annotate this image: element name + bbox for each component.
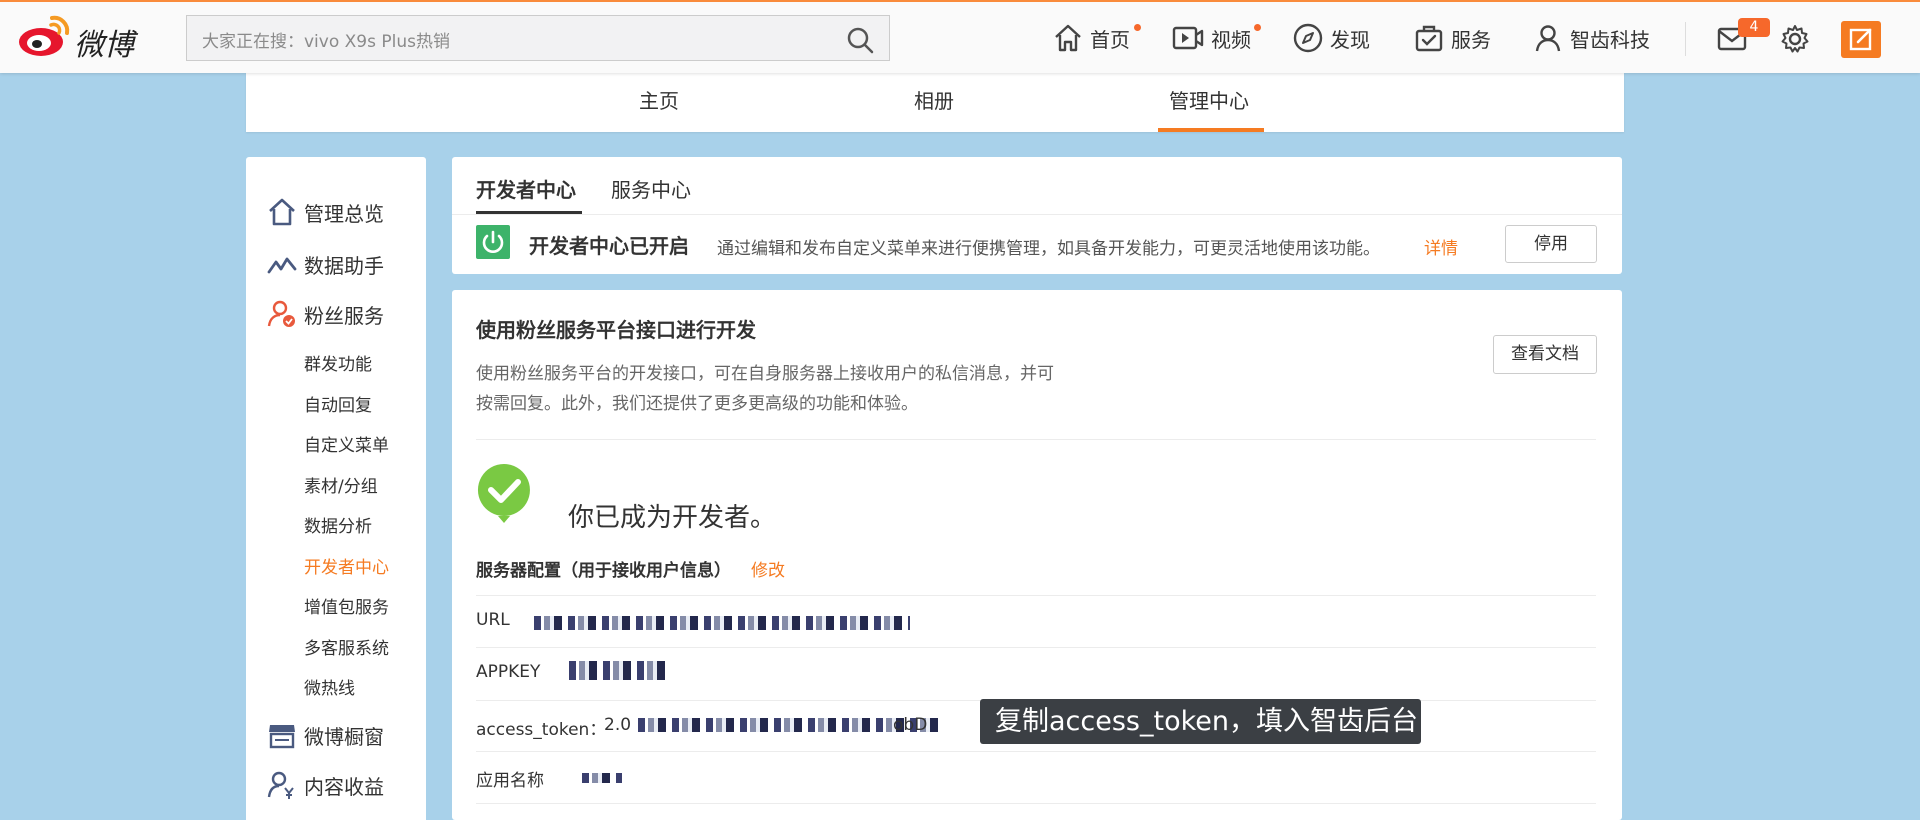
divider bbox=[476, 751, 1596, 752]
search-input[interactable]: 大家正在搜：vivo X9s Plus热销 bbox=[202, 27, 450, 52]
tab-developer-center[interactable]: 开发者中心 bbox=[476, 174, 576, 203]
power-icon bbox=[476, 225, 510, 259]
api-development-card: 使用粉丝服务平台接口进行开发 使用粉丝服务平台的开发接口，可在自身服务器上接收用… bbox=[452, 290, 1622, 820]
nav-video-label: 视频 bbox=[1211, 27, 1251, 52]
income-icon bbox=[267, 771, 294, 799]
user-icon bbox=[1535, 25, 1561, 52]
nav-service[interactable]: 服务 bbox=[1413, 20, 1491, 56]
sidebar-item-developer-center[interactable]: 开发者中心 bbox=[304, 553, 389, 578]
sidebar-item-auto-reply[interactable]: 自动回复 bbox=[304, 391, 372, 416]
sidebar-item-value-added[interactable]: 增值包服务 bbox=[304, 593, 389, 618]
divider bbox=[452, 214, 1622, 215]
check-circle-icon bbox=[477, 464, 530, 523]
sidebar-item-data-assistant[interactable]: 数据助手 bbox=[266, 247, 384, 281]
briefcase-icon bbox=[1415, 25, 1443, 52]
developer-status-desc: 通过编辑和发布自定义菜单来进行便携管理，如具备开发能力，可更灵活地使用该功能。 bbox=[717, 239, 1380, 259]
divider bbox=[476, 647, 1596, 648]
appkey-value-masked bbox=[569, 661, 667, 680]
developer-status-title: 开发者中心已开启 bbox=[529, 234, 689, 258]
tab-album[interactable]: 相册 bbox=[914, 73, 954, 132]
edit-icon bbox=[1849, 28, 1872, 51]
nav-profile-label: 智齿科技 bbox=[1570, 27, 1650, 52]
access-token-label: access_token： bbox=[476, 720, 607, 740]
compose-button[interactable] bbox=[1841, 21, 1881, 58]
divider bbox=[476, 439, 1596, 440]
view-docs-button[interactable]: 查看文档 bbox=[1493, 335, 1597, 374]
sidebar-item-label: 数据助手 bbox=[304, 253, 384, 278]
tab-management-center[interactable]: 管理中心 bbox=[1169, 73, 1249, 132]
app-name-masked bbox=[582, 773, 622, 783]
server-config-title: 服务器配置（用于接收用户信息） bbox=[476, 561, 731, 581]
sidebar-item-label: 微博橱窗 bbox=[304, 724, 384, 749]
chart-line-icon bbox=[267, 257, 297, 274]
divider bbox=[476, 803, 1596, 804]
shop-icon bbox=[269, 725, 295, 749]
nav-discover-label: 发现 bbox=[1330, 27, 1370, 52]
notification-dot bbox=[1134, 24, 1141, 31]
nav-service-label: 服务 bbox=[1451, 27, 1491, 52]
developer-center-card: 开发者中心 服务中心 开发者中心已开启 通过编辑和发布自定义菜单来进行便携管理，… bbox=[452, 157, 1622, 274]
details-link[interactable]: 详情 bbox=[1424, 234, 1458, 259]
url-label: URL bbox=[476, 610, 510, 630]
weibo-logo-icon bbox=[19, 15, 70, 56]
nav-home[interactable]: 首页 bbox=[1052, 20, 1141, 56]
tab-service-center[interactable]: 服务中心 bbox=[611, 174, 691, 203]
sidebar-item-fan-service[interactable]: 粉丝服务 bbox=[266, 297, 384, 331]
developer-success-message: 你已成为开发者。 bbox=[568, 503, 777, 533]
notification-dot bbox=[1254, 24, 1261, 31]
nav-profile[interactable]: 智齿科技 bbox=[1532, 20, 1650, 56]
appkey-label: APPKEY bbox=[476, 662, 541, 682]
api-card-title: 使用粉丝服务平台接口进行开发 bbox=[476, 318, 756, 342]
mail-badge: 4 bbox=[1738, 18, 1770, 37]
sidebar-item-data-analysis[interactable]: 数据分析 bbox=[304, 512, 372, 537]
sidebar-item-content-income[interactable]: 内容收益 bbox=[266, 768, 384, 802]
tab-home[interactable]: 主页 bbox=[639, 73, 679, 132]
sidebar-item-label: 内容收益 bbox=[304, 774, 384, 799]
gear-icon[interactable] bbox=[1779, 23, 1811, 55]
compass-icon bbox=[1293, 23, 1323, 53]
home-icon bbox=[269, 198, 295, 226]
weibo-logo[interactable]: 微博 bbox=[18, 12, 148, 64]
disable-button[interactable]: 停用 bbox=[1505, 225, 1597, 263]
top-bar: 微博 大家正在搜：vivo X9s Plus热销 首页 视频 发现 服务 智齿科… bbox=[0, 0, 1920, 73]
home-icon bbox=[1055, 24, 1081, 52]
access-token-prefix: 2.0 bbox=[604, 715, 632, 735]
sidebar-item-broadcast[interactable]: 群发功能 bbox=[304, 350, 372, 375]
fans-icon bbox=[267, 300, 295, 327]
sidebar-item-label: 管理总览 bbox=[304, 201, 384, 226]
logo-text: 微博 bbox=[74, 28, 134, 63]
nav-discover[interactable]: 发现 bbox=[1292, 20, 1370, 56]
search-icon[interactable] bbox=[845, 25, 875, 55]
sidebar-item-label: 粉丝服务 bbox=[304, 303, 384, 328]
sidebar-item-shop-window[interactable]: 微博橱窗 bbox=[266, 718, 384, 752]
sidebar-item-multi-cs[interactable]: 多客服系统 bbox=[304, 634, 389, 659]
profile-subnav: 主页 相册 管理中心 bbox=[246, 73, 1624, 132]
app-name-label: 应用名称 bbox=[476, 771, 544, 791]
annotation-tooltip: 复制access_token，填入智齿后台 bbox=[980, 699, 1421, 744]
divider bbox=[476, 595, 1596, 596]
access-token-suffix: obD bbox=[893, 715, 928, 735]
sidebar: 管理总览 数据助手 粉丝服务 群发功能 自动回复 自定义菜单 素材/分组 数据分… bbox=[246, 157, 426, 820]
sidebar-item-overview[interactable]: 管理总览 bbox=[266, 195, 384, 229]
search-box[interactable]: 大家正在搜：vivo X9s Plus热销 bbox=[186, 15, 890, 61]
sidebar-item-custom-menu[interactable]: 自定义菜单 bbox=[304, 431, 389, 456]
nav-video[interactable]: 视频 bbox=[1171, 20, 1261, 56]
active-tab-indicator bbox=[1158, 128, 1264, 132]
server-config-edit-link[interactable]: 修改 bbox=[751, 556, 785, 581]
nav-divider bbox=[1685, 22, 1686, 56]
api-card-desc-line1: 使用粉丝服务平台的开发接口，可在自身服务器上接收用户的私信消息，并可 bbox=[476, 364, 1054, 384]
sidebar-item-materials[interactable]: 素材/分组 bbox=[304, 472, 378, 497]
video-icon bbox=[1172, 26, 1204, 50]
api-card-desc-line2: 按需回复。此外，我们还提供了更多更高级的功能和体验。 bbox=[476, 394, 918, 414]
nav-home-label: 首页 bbox=[1090, 27, 1130, 52]
url-value-masked bbox=[534, 616, 910, 630]
sidebar-item-hotline[interactable]: 微热线 bbox=[304, 674, 355, 699]
